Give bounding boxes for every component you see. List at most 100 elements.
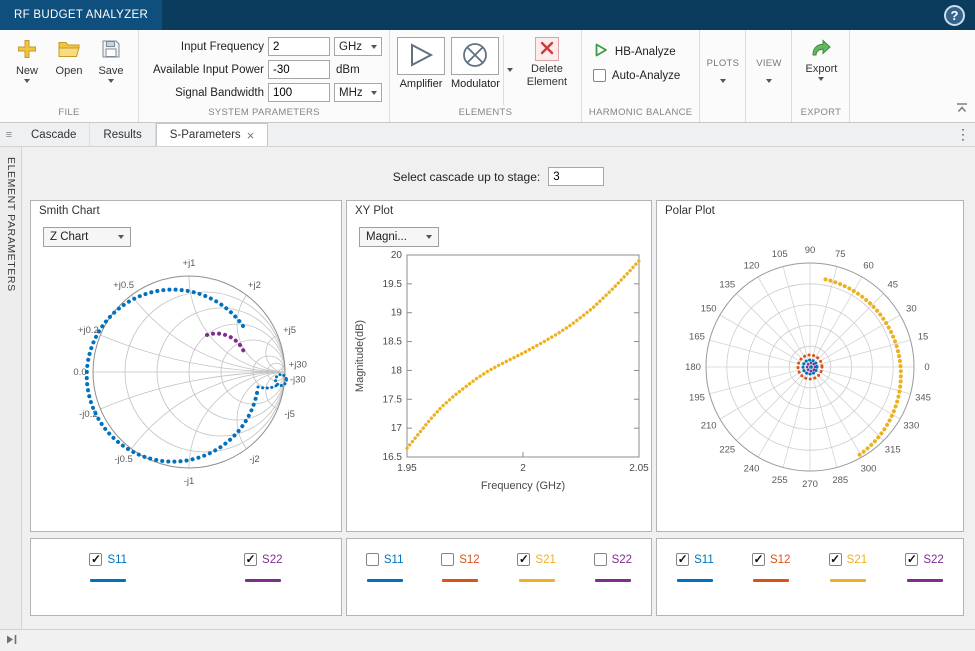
dock-grip-icon[interactable]: ≡ xyxy=(0,123,18,146)
series-color-line xyxy=(907,579,943,582)
xy-plot-panel: XY Plot Magni... 16.51717.51818.51919.52… xyxy=(346,200,652,532)
legend-label: S22 xyxy=(612,554,632,566)
svg-text:19: 19 xyxy=(391,308,403,319)
modulator-icon xyxy=(461,41,489,72)
svg-text:135: 135 xyxy=(719,279,735,290)
svg-text:195: 195 xyxy=(689,392,705,403)
delete-element-button[interactable]: Delete Element xyxy=(520,35,574,105)
svg-text:330: 330 xyxy=(903,421,919,432)
available-input-power-field[interactable] xyxy=(268,60,330,79)
new-document-icon xyxy=(16,38,38,63)
smith-chart-type-value: Z Chart xyxy=(50,231,88,243)
element-parameters-side-tab[interactable]: ELEMENT PARAMETERS xyxy=(5,147,17,292)
stage-input[interactable] xyxy=(548,167,604,186)
auto-analyze-checkbox[interactable] xyxy=(593,69,606,82)
help-button[interactable]: ? xyxy=(944,5,965,26)
series-color-line xyxy=(753,579,789,582)
legend-label: S12 xyxy=(770,554,790,566)
export-button[interactable]: Export xyxy=(799,35,843,81)
s21-checkbox[interactable] xyxy=(517,553,530,566)
svg-text:240: 240 xyxy=(744,463,760,474)
stage-label: Select cascade up to stage: xyxy=(393,170,540,184)
xy-quantity-dropdown[interactable]: Magni... xyxy=(359,227,439,247)
polar-plot-panel: Polar Plot 01530456075901051201351501651… xyxy=(656,200,964,532)
svg-text:+j1: +j1 xyxy=(183,258,196,269)
tab-overflow-menu[interactable]: ⋮ xyxy=(951,123,975,146)
legend-entry: S12 xyxy=(752,553,790,582)
svg-text:315: 315 xyxy=(885,445,901,456)
app-title: RF BUDGET ANALYZER xyxy=(14,9,148,21)
s11-checkbox[interactable] xyxy=(676,553,689,566)
svg-text:300: 300 xyxy=(861,463,877,474)
open-folder-icon xyxy=(57,38,81,63)
new-button[interactable]: New xyxy=(7,35,47,105)
svg-text:225: 225 xyxy=(719,445,735,456)
legend-label: S11 xyxy=(107,554,127,566)
play-icon xyxy=(593,42,609,61)
amplifier-button[interactable]: Amplifier xyxy=(397,35,445,105)
s21-checkbox[interactable] xyxy=(829,553,842,566)
s22-checkbox[interactable] xyxy=(244,553,257,566)
svg-text:16.5: 16.5 xyxy=(383,452,403,463)
close-tab-icon[interactable]: × xyxy=(247,129,255,142)
series-color-line xyxy=(519,579,555,582)
tab-s-parameters[interactable]: S-Parameters × xyxy=(156,123,269,146)
available-input-power-label: Available Input Power xyxy=(146,64,264,76)
tab-cascade[interactable]: Cascade xyxy=(18,123,90,146)
help-icon: ? xyxy=(951,8,959,23)
s12-checkbox[interactable] xyxy=(441,553,454,566)
power-unit-label: dBm xyxy=(334,64,360,76)
input-frequency-field[interactable] xyxy=(268,37,330,56)
element-gallery-scroll-button[interactable] xyxy=(503,35,517,105)
export-icon xyxy=(810,38,832,61)
s22-checkbox[interactable] xyxy=(905,553,918,566)
open-button[interactable]: Open xyxy=(49,35,89,105)
legend-entry: S22 xyxy=(905,553,943,582)
svg-text:+j0.2: +j0.2 xyxy=(78,325,99,336)
svg-text:+j30: +j30 xyxy=(289,360,307,371)
elements-section: Amplifier Modulator Delete xyxy=(390,30,582,122)
svg-text:270: 270 xyxy=(802,479,818,490)
legend-entry: S22 xyxy=(244,553,282,582)
auto-analyze-toggle[interactable]: Auto-Analyze xyxy=(593,69,689,82)
svg-text:60: 60 xyxy=(863,261,874,272)
tab-results[interactable]: Results xyxy=(90,123,155,146)
harmonic-balance-section-label: HARMONIC BALANCE xyxy=(589,105,693,122)
frequency-unit-dropdown[interactable]: GHz xyxy=(334,37,382,56)
series-color-line xyxy=(442,579,478,582)
series-color-line xyxy=(367,579,403,582)
app-tab[interactable]: RF BUDGET ANALYZER xyxy=(0,0,162,30)
hb-analyze-button[interactable]: HB-Analyze xyxy=(593,42,689,61)
svg-text:15: 15 xyxy=(918,332,929,343)
chevron-down-icon xyxy=(24,79,30,83)
xy-plot-chart: 16.51717.51818.51919.5201.9522.05Magnitu… xyxy=(347,247,651,505)
s11-checkbox[interactable] xyxy=(366,553,379,566)
save-button[interactable]: Save xyxy=(91,35,131,105)
expand-panel-icon[interactable] xyxy=(5,634,18,648)
view-dropdown[interactable]: VIEW xyxy=(746,30,792,122)
svg-text:+j2: +j2 xyxy=(248,280,261,291)
plots-dropdown[interactable]: PLOTS xyxy=(700,30,746,122)
svg-text:18.5: 18.5 xyxy=(383,337,403,348)
chevron-down-icon xyxy=(766,79,772,83)
s11-checkbox[interactable] xyxy=(89,553,102,566)
collapse-toolstrip-button[interactable] xyxy=(956,102,968,116)
s12-checkbox[interactable] xyxy=(752,553,765,566)
signal-bandwidth-label: Signal Bandwidth xyxy=(146,87,264,99)
svg-text:20: 20 xyxy=(391,250,403,261)
s22-checkbox[interactable] xyxy=(594,553,607,566)
tab-results-label: Results xyxy=(103,129,141,141)
svg-text:45: 45 xyxy=(887,279,898,290)
modulator-button[interactable]: Modulator xyxy=(451,35,500,105)
open-label: Open xyxy=(56,65,83,77)
svg-text:Frequency (GHz): Frequency (GHz) xyxy=(481,480,565,492)
chevron-down-icon xyxy=(118,235,124,239)
statusbar xyxy=(0,629,975,651)
signal-bandwidth-field[interactable] xyxy=(268,83,330,102)
chevron-down-icon xyxy=(371,91,377,95)
svg-text:+j5: +j5 xyxy=(283,325,296,336)
svg-text:210: 210 xyxy=(701,421,717,432)
bandwidth-unit-dropdown[interactable]: MHz xyxy=(334,83,382,102)
smith-chart-type-dropdown[interactable]: Z Chart xyxy=(43,227,131,247)
series-color-line xyxy=(595,579,631,582)
